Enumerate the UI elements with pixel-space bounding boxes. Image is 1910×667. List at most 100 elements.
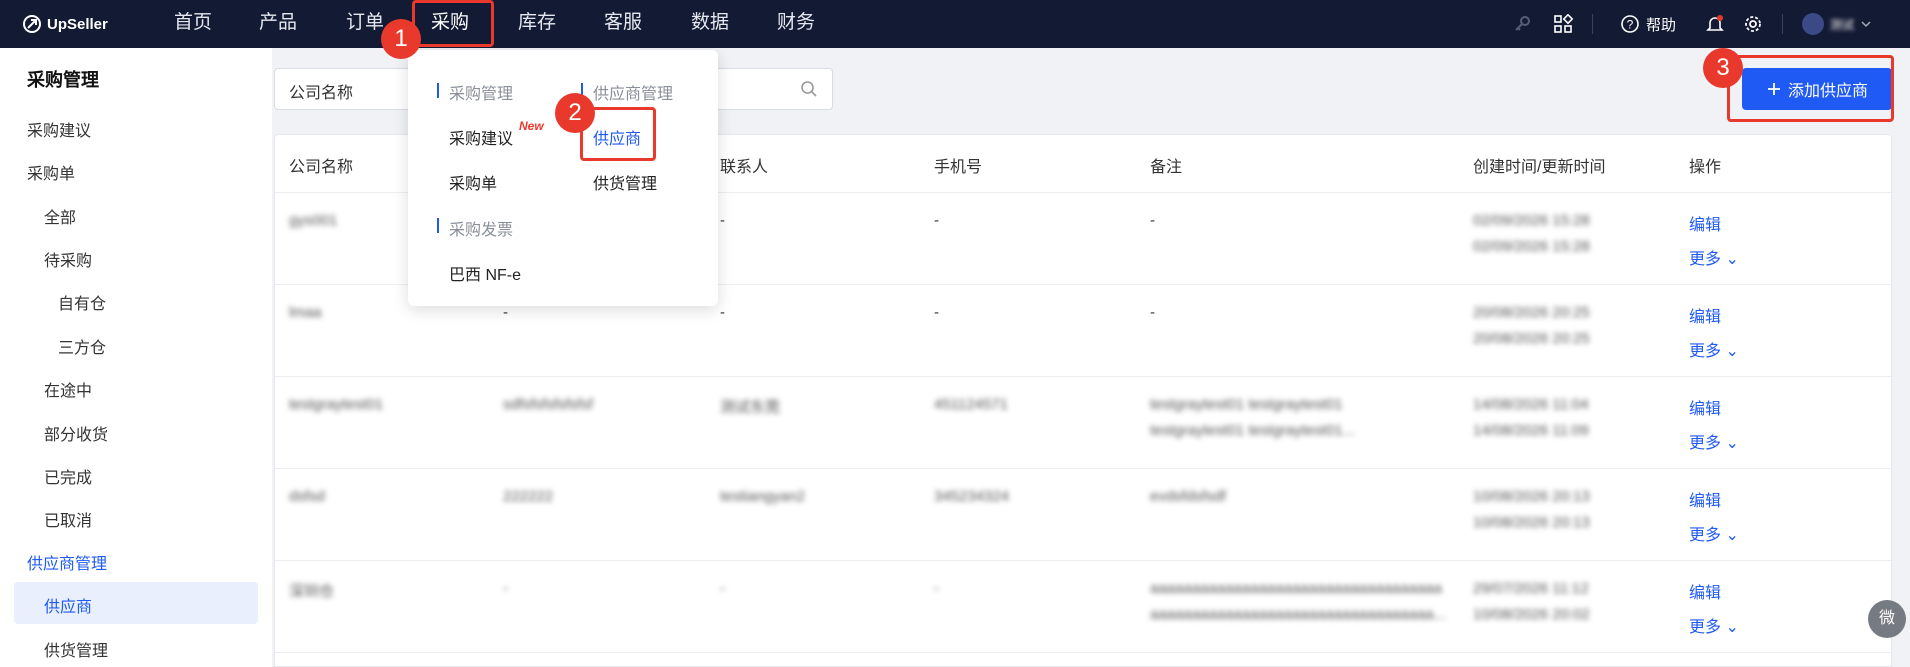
cell-updated: 10/08/2026 20:02 <box>1473 606 1590 623</box>
help-circle-icon: ? <box>1621 15 1639 33</box>
more-dropdown[interactable]: 更多 ⌄ <box>1689 245 1739 269</box>
sidebar-item-suggest[interactable]: 采购建议 <box>27 117 91 141</box>
menu-item-supply-mgmt[interactable]: 供货管理 <box>593 170 657 194</box>
more-dropdown[interactable]: 更多 ⌄ <box>1689 521 1739 545</box>
cell-phone: 345234324 <box>934 488 1010 505</box>
cell-note: evdsfdsfsdf <box>1150 488 1226 505</box>
cell-company: dsfsd <box>289 488 325 505</box>
cell-contact: testiangyan2 <box>720 488 806 505</box>
cell-note: aaaaaaaaaaaaaaaaaaaaaaaaaaaaaaaaaa... <box>1150 606 1447 623</box>
floating-chat-button[interactable]: 微 <box>1868 600 1906 638</box>
cell-contact: - <box>720 580 725 597</box>
table-header-note: 备注 <box>1150 159 1183 176</box>
sidebar-item-cancelled[interactable]: 已取消 <box>44 507 92 531</box>
highlight-nav-purchase <box>412 0 494 47</box>
cell-phone: - <box>934 304 939 321</box>
sidebar-item-purchase-order[interactable]: 采购单 <box>27 160 75 184</box>
sidebar-item-completed[interactable]: 已完成 <box>44 464 92 488</box>
cell-created: 10/08/2026 20:13 <box>1473 488 1590 505</box>
chevron-down-icon: ⌄ <box>1725 527 1739 544</box>
cell-updated: 14/08/2026 11:09 <box>1473 422 1589 439</box>
edit-link[interactable]: 编辑 <box>1689 303 1721 327</box>
sidebar-item-own-warehouse[interactable]: 自有仓 <box>58 290 106 314</box>
nav-home[interactable]: 首页 <box>168 0 218 48</box>
edit-link[interactable]: 编辑 <box>1689 395 1721 419</box>
cell-code: 222222 <box>503 488 554 505</box>
cell-code: - <box>503 580 508 597</box>
new-badge: New <box>519 119 544 133</box>
brand-logo[interactable]: UpSeller <box>22 12 108 36</box>
cell-company: 深圳仓 <box>289 583 335 600</box>
table-row-divider <box>275 468 1891 469</box>
nav-data[interactable]: 数据 <box>685 0 735 48</box>
more-dropdown[interactable]: 更多 ⌄ <box>1689 613 1739 637</box>
apps-grid-icon[interactable] <box>1553 0 1573 48</box>
sidebar-item-in-transit[interactable]: 在途中 <box>44 377 92 401</box>
table-row-divider <box>275 560 1891 561</box>
table-header-time: 创建时间/更新时间 <box>1473 159 1606 176</box>
cell-created: 14/08/2026 11:04 <box>1473 396 1589 413</box>
table-header-company: 公司名称 <box>289 159 354 176</box>
cell-created: 29/07/2026 11:12 <box>1473 580 1589 597</box>
top-navbar: UpSeller 首页 产品 订单 采购 库存 客服 数据 财务 ? 帮助 测试 <box>0 0 1910 48</box>
help-label: 帮助 <box>1646 16 1677 34</box>
more-label: 更多 <box>1689 251 1722 268</box>
more-label: 更多 <box>1689 343 1722 360</box>
help-button[interactable]: ? 帮助 <box>1620 0 1676 48</box>
group-marker <box>437 83 439 98</box>
key-icon[interactable] <box>1512 0 1532 48</box>
brand-name: UpSeller <box>47 15 108 33</box>
cell-note: aaaaaaaaaaaaaaaaaaaaaaaaaaaaaaaaaaa <box>1150 580 1442 597</box>
nav-customer-service[interactable]: 客服 <box>598 0 648 48</box>
more-label: 更多 <box>1689 527 1722 544</box>
sidebar-item-all[interactable]: 全部 <box>44 204 76 228</box>
group-marker <box>437 218 439 233</box>
user-menu[interactable]: 测试 <box>1802 0 1872 48</box>
settings-gear-icon[interactable] <box>1743 0 1763 48</box>
menu-item-purchase-order[interactable]: 采购单 <box>449 170 497 194</box>
upseller-logo-icon <box>23 15 41 33</box>
step-badge-1: 1 <box>381 19 421 59</box>
search-field-select-value: 公司名称 <box>289 85 354 102</box>
menu-item-nfe[interactable]: 巴西 NF-e <box>449 261 521 285</box>
sidebar-item-supplier[interactable]: 供应商 <box>44 593 92 617</box>
notification-bell-icon[interactable] <box>1705 0 1725 48</box>
cell-company: lmaa <box>289 304 322 321</box>
sidebar-item-supply-mgmt[interactable]: 供货管理 <box>44 637 108 661</box>
nav-finance[interactable]: 财务 <box>771 0 821 48</box>
more-dropdown[interactable]: 更多 ⌄ <box>1689 429 1739 453</box>
table-header-contact: 联系人 <box>720 159 769 176</box>
sidebar-item-pending[interactable]: 待采购 <box>44 247 92 271</box>
search-icon[interactable] <box>800 80 818 98</box>
cell-phone: - <box>934 212 939 229</box>
nav-divider <box>1782 14 1783 34</box>
nav-inventory[interactable]: 库存 <box>512 0 562 48</box>
chevron-down-icon: ⌄ <box>1725 619 1739 636</box>
menu-group-purchase: 采购管理 <box>449 86 514 103</box>
chevron-down-icon <box>1861 21 1871 28</box>
cell-contact: 测试东莞 <box>720 399 781 416</box>
chevron-down-icon: ⌄ <box>1725 435 1739 452</box>
svg-text:?: ? <box>1627 18 1634 32</box>
table-row-divider <box>275 376 1891 377</box>
sidebar-item-third-party-warehouse[interactable]: 三方仓 <box>58 334 106 358</box>
cell-note: testgraytest01 testgraytest01 <box>1150 396 1343 413</box>
highlight-add-supplier <box>1727 55 1894 122</box>
step-badge-3: 3 <box>1703 48 1743 88</box>
more-dropdown[interactable]: 更多 ⌄ <box>1689 337 1739 361</box>
nav-products[interactable]: 产品 <box>253 0 303 48</box>
edit-link[interactable]: 编辑 <box>1689 579 1721 603</box>
cell-code: sdfsfsfsfsfsfsf <box>503 396 594 413</box>
cell-updated: 02/09/2026 15:28 <box>1473 238 1590 255</box>
menu-item-suggest[interactable]: 采购建议 <box>449 125 513 149</box>
sidebar-item-partial-received[interactable]: 部分收货 <box>44 421 108 445</box>
avatar <box>1802 13 1824 35</box>
table-header-phone: 手机号 <box>934 159 983 176</box>
sidebar-item-supplier-mgmt[interactable]: 供应商管理 <box>27 550 107 574</box>
table-header-actions: 操作 <box>1689 159 1722 176</box>
edit-link[interactable]: 编辑 <box>1689 487 1721 511</box>
cell-phone: 451124571 <box>934 396 1008 413</box>
cell-company: gys001 <box>289 212 338 229</box>
edit-link[interactable]: 编辑 <box>1689 211 1721 235</box>
cell-code: - <box>503 304 508 321</box>
